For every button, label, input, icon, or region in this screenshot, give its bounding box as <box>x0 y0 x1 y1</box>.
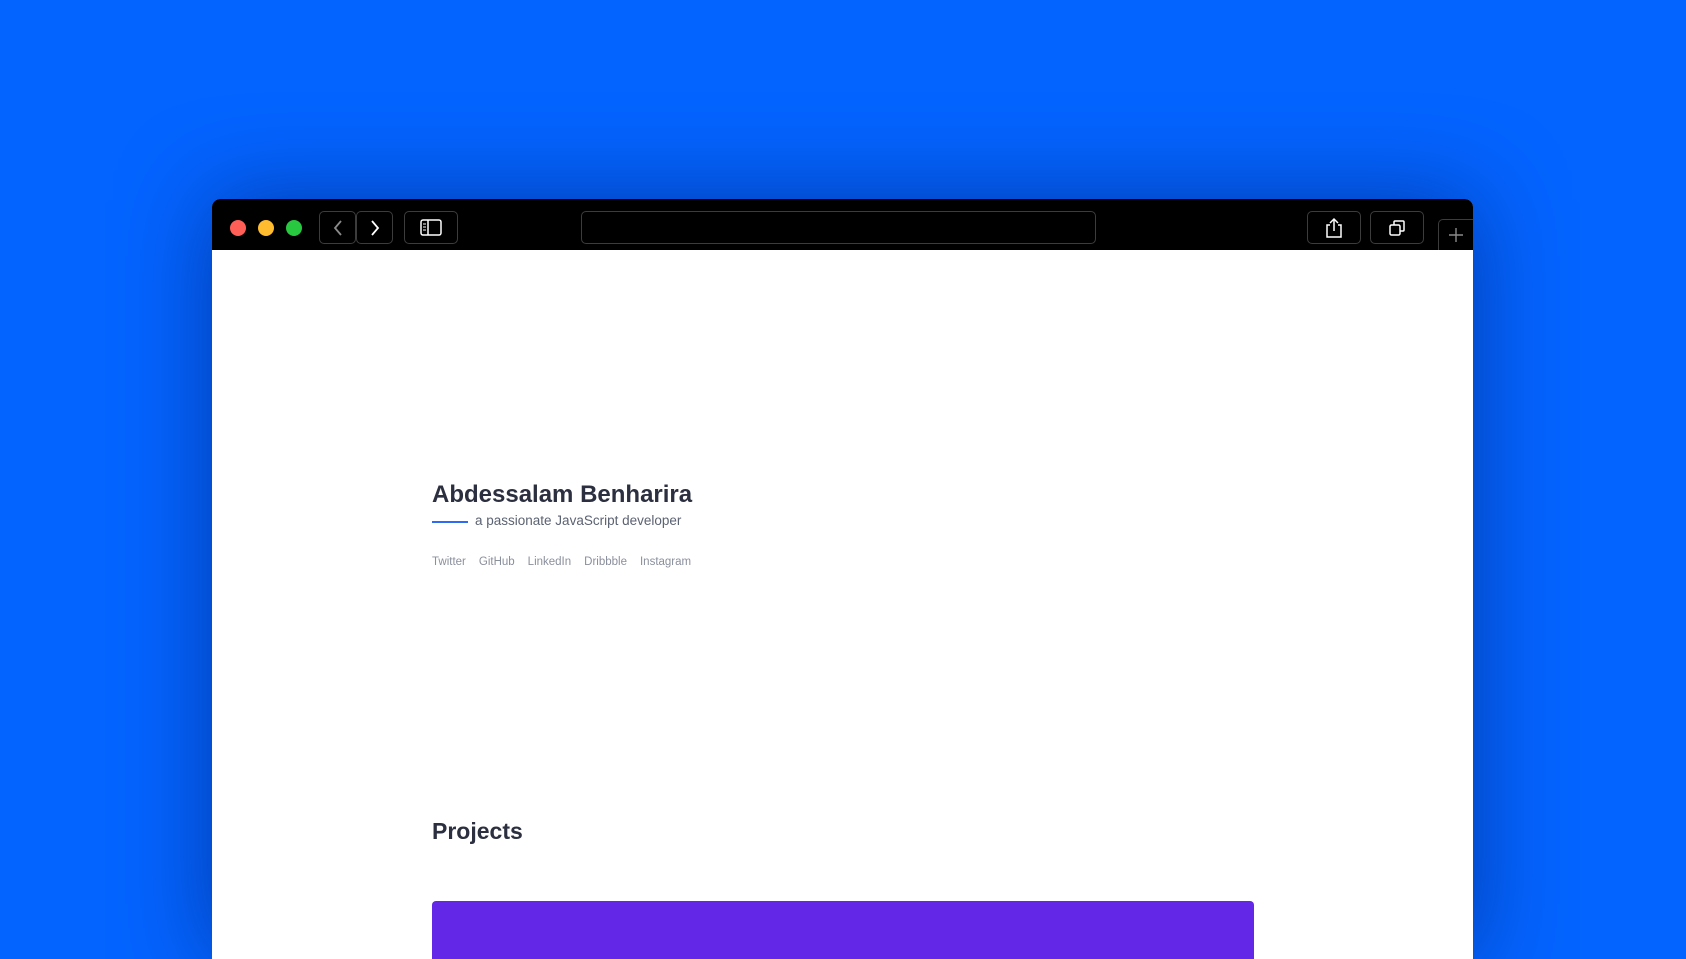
sidebar-icon <box>420 219 442 236</box>
social-links: Twitter GitHub LinkedIn Dribbble Instagr… <box>432 556 704 568</box>
sidebar-toggle-button[interactable] <box>404 211 458 244</box>
page-content: Abdessalam Benharira a passionate JavaSc… <box>212 250 1473 959</box>
forward-button[interactable] <box>356 211 393 244</box>
profile-name: Abdessalam Benharira <box>432 481 693 508</box>
browser-window: Abdessalam Benharira a passionate JavaSc… <box>212 199 1473 959</box>
social-link-linkedin[interactable]: LinkedIn <box>528 556 571 568</box>
social-link-instagram[interactable]: Instagram <box>640 556 691 568</box>
social-link-github[interactable]: GitHub <box>479 556 515 568</box>
tabs-icon <box>1389 219 1405 236</box>
project-card[interactable] <box>432 901 1254 959</box>
back-button[interactable] <box>319 211 356 244</box>
tabs-overview-button[interactable] <box>1370 211 1424 244</box>
address-bar[interactable] <box>581 211 1096 244</box>
accent-underline <box>432 520 468 523</box>
share-button[interactable] <box>1307 211 1361 244</box>
close-window-button[interactable] <box>230 220 246 236</box>
zoom-window-button[interactable] <box>286 220 302 236</box>
minimize-window-button[interactable] <box>258 220 274 236</box>
projects-heading: Projects <box>432 818 523 844</box>
tagline-row: a passionate JavaScript developer <box>432 513 681 528</box>
social-link-twitter[interactable]: Twitter <box>432 556 466 568</box>
new-tab-button[interactable] <box>1438 219 1473 250</box>
share-icon <box>1326 217 1342 238</box>
profile-tagline: a passionate JavaScript developer <box>475 513 682 528</box>
chevron-left-icon <box>333 219 342 236</box>
plus-icon <box>1449 228 1463 242</box>
browser-toolbar <box>212 199 1473 250</box>
social-link-dribbble[interactable]: Dribbble <box>584 556 627 568</box>
chevron-right-icon <box>370 219 379 236</box>
